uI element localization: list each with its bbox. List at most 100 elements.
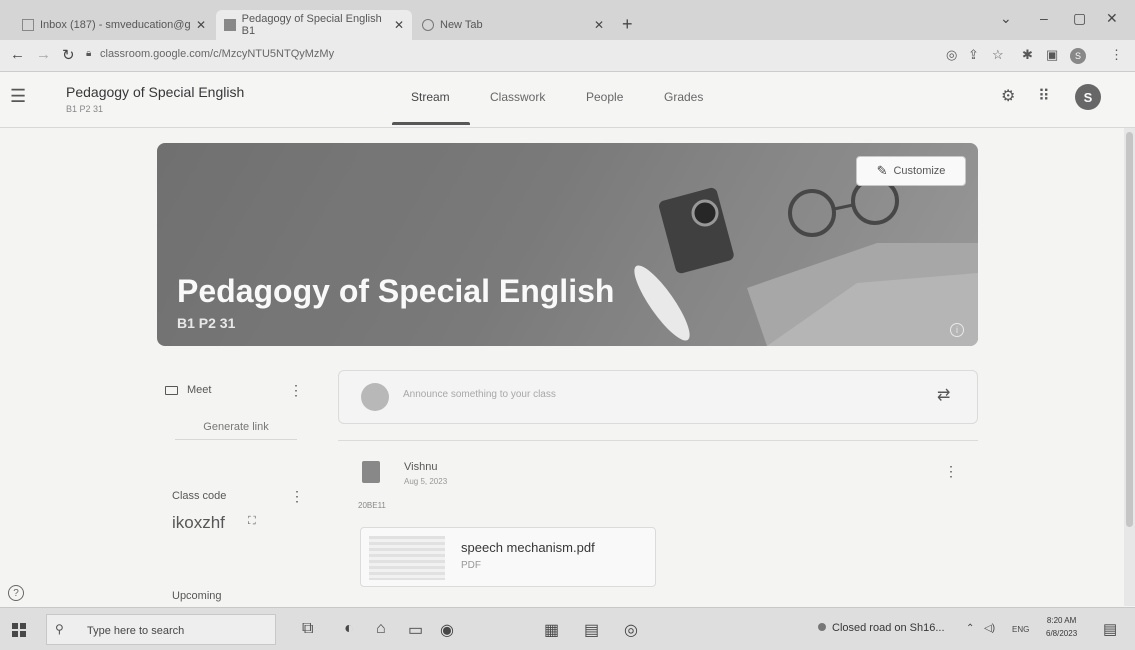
pencil-icon: ✎ <box>876 163 888 178</box>
attachment-card[interactable]: speech mechanism.pdf PDF <box>360 527 656 587</box>
volume-icon[interactable]: ◁) <box>984 623 995 634</box>
settings-gear-icon[interactable]: ⚙ <box>1001 86 1015 106</box>
store-icon[interactable]: ⌂ <box>376 620 386 638</box>
tray-chevron-icon[interactable]: ⌃ <box>966 623 974 634</box>
profile-avatar-icon[interactable]: S <box>1070 48 1086 64</box>
tab-people[interactable]: People <box>586 90 623 104</box>
browser-tab-title: Pedagogy of Special English B1 <box>241 13 382 37</box>
search-placeholder: Type here to search <box>87 625 185 637</box>
share-icon[interactable]: ⇪ <box>968 47 979 63</box>
stream-post: Vishnu Aug 5, 2023 ⋮ 20BE11 speech mecha… <box>338 440 978 605</box>
clock-date: 6/8/2023 <box>1046 629 1078 638</box>
active-tab-indicator <box>392 122 470 125</box>
class-code-label: Class code <box>172 490 227 502</box>
banner-title: Pedagogy of Special English <box>177 273 615 309</box>
chrome-taskbar-icon[interactable]: ◉ <box>440 620 454 640</box>
user-avatar <box>361 383 389 411</box>
gmail-icon <box>22 19 34 31</box>
url-field[interactable]: classroom.google.com/c/MzcyNTU5NTQyMzMy <box>100 48 334 60</box>
banner-subtitle: B1 P2 31 <box>177 315 236 331</box>
reload-icon[interactable]: ↻ <box>62 46 75 64</box>
close-tab-icon[interactable]: ✕ <box>394 18 404 32</box>
classroom-icon <box>224 19 236 31</box>
class-name[interactable]: Pedagogy of Special English <box>66 84 244 100</box>
address-bar: ← → ↻ 🔒︎ classroom.google.com/c/MzcyNTU5… <box>0 40 1135 72</box>
browser-tab-newtab[interactable]: New Tab ✕ <box>414 10 612 40</box>
weather-text: Closed road on Sh16... <box>832 622 945 634</box>
repost-icon[interactable]: ⇄ <box>937 385 950 405</box>
pdf-thumbnail <box>369 536 445 580</box>
classroom-header: ☰ Pedagogy of Special English B1 P2 31 S… <box>0 72 1135 128</box>
info-icon[interactable]: i <box>950 323 964 337</box>
clock-time: 8:20 AM <box>1046 616 1077 625</box>
meet-card: Meet ⋮ Generate link <box>157 372 307 442</box>
close-window-button[interactable]: ✕ <box>1106 10 1118 27</box>
announce-placeholder: Announce something to your class <box>403 389 556 400</box>
tab-stream[interactable]: Stream <box>411 90 450 104</box>
language-indicator[interactable]: ENG <box>1012 625 1029 634</box>
meet-label: Meet <box>187 384 212 396</box>
weather-widget[interactable]: Closed road on Sh16... <box>818 622 945 634</box>
notification-icon[interactable]: ▤ <box>1103 620 1117 638</box>
chrome-profile-icon[interactable]: ◎ <box>624 620 638 640</box>
close-tab-icon[interactable]: ✕ <box>196 18 206 32</box>
weather-icon <box>818 623 826 631</box>
tab-classwork[interactable]: Classwork <box>490 90 545 104</box>
task-view-icon[interactable]: ⧉ <box>302 620 313 638</box>
main-menu-icon[interactable]: ☰ <box>10 86 26 107</box>
account-avatar[interactable]: S <box>1075 84 1101 110</box>
lock-icon[interactable]: 🔒︎ <box>86 48 91 59</box>
apps-grid-icon[interactable]: ⠿ <box>1038 86 1050 106</box>
generate-link-button[interactable]: Generate link <box>175 414 297 440</box>
tab-grades[interactable]: Grades <box>664 90 703 104</box>
browser-tab-strip: Inbox (187) - smveducation@g ✕ Pedagogy … <box>0 0 1135 40</box>
announce-box[interactable]: Announce something to your class ⇄ <box>338 370 978 424</box>
scrollbar-thumb[interactable] <box>1126 132 1133 527</box>
word-icon[interactable]: ▤ <box>584 620 599 640</box>
upcoming-label: Upcoming <box>172 590 222 602</box>
windows-start-icon[interactable] <box>12 623 26 637</box>
system-clock[interactable]: 8:20 AM 6/8/2023 <box>1046 614 1077 640</box>
class-code-value: ikoxzhf <box>172 513 225 532</box>
browser-menu-icon[interactable]: ⋮ <box>1110 47 1123 63</box>
new-tab-button[interactable]: + <box>622 14 633 35</box>
windows-taskbar: ⚲ Type here to search ⧉ ◐ ⌂ ▭ ◉ ▦ ▤ ◎ Cl… <box>0 607 1135 650</box>
meet-more-icon[interactable]: ⋮ <box>289 382 303 399</box>
attachment-type: PDF <box>461 560 481 571</box>
taskbar-search[interactable]: ⚲ Type here to search <box>46 614 276 645</box>
help-icon[interactable]: ? <box>8 585 24 601</box>
excel-icon[interactable]: ▦ <box>544 620 559 640</box>
class-section: B1 P2 31 <box>66 104 104 114</box>
browser-tab-title: New Tab <box>440 19 483 31</box>
google-lens-icon[interactable]: ◎ <box>946 47 957 63</box>
file-explorer-icon[interactable]: ▭ <box>408 620 423 640</box>
post-tag: 20BE11 <box>358 501 386 510</box>
search-icon: ⚲ <box>55 622 64 636</box>
browser-tab-inbox[interactable]: Inbox (187) - smveducation@g ✕ <box>14 10 214 40</box>
customize-label: Customize <box>893 165 946 177</box>
side-panel-icon[interactable]: ▣ <box>1046 47 1058 63</box>
banner-illustration <box>634 177 978 346</box>
close-tab-icon[interactable]: ✕ <box>594 18 604 32</box>
meet-video-icon <box>165 386 178 395</box>
maximize-button[interactable]: ▢ <box>1073 10 1086 27</box>
post-more-icon[interactable]: ⋮ <box>944 463 958 480</box>
customize-button[interactable]: ✎ Customize <box>856 156 966 186</box>
post-date: Aug 5, 2023 <box>404 477 448 486</box>
class-code-more-icon[interactable]: ⋮ <box>290 488 304 505</box>
tab-search-chevron-icon[interactable]: ⌄ <box>1000 10 1012 27</box>
attachment-name: speech mechanism.pdf <box>461 540 595 555</box>
author-avatar <box>362 461 380 483</box>
edge-icon[interactable]: ◐ <box>344 620 354 638</box>
class-banner: Pedagogy of Special English B1 P2 31 ✎ C… <box>157 143 978 346</box>
fullscreen-icon[interactable]: ⛶ <box>248 515 256 528</box>
page-scrollbar[interactable] <box>1124 128 1135 606</box>
extensions-puzzle-icon[interactable]: ✱ <box>1022 47 1033 63</box>
browser-tab-classroom[interactable]: Pedagogy of Special English B1 ✕ <box>216 10 412 40</box>
chrome-icon <box>422 19 434 31</box>
post-author: Vishnu <box>404 461 438 473</box>
back-arrow-icon[interactable]: ← <box>10 46 25 63</box>
forward-arrow-icon[interactable]: → <box>36 46 51 63</box>
minimize-button[interactable]: – <box>1040 10 1048 26</box>
bookmark-star-icon[interactable]: ☆ <box>992 47 1004 63</box>
